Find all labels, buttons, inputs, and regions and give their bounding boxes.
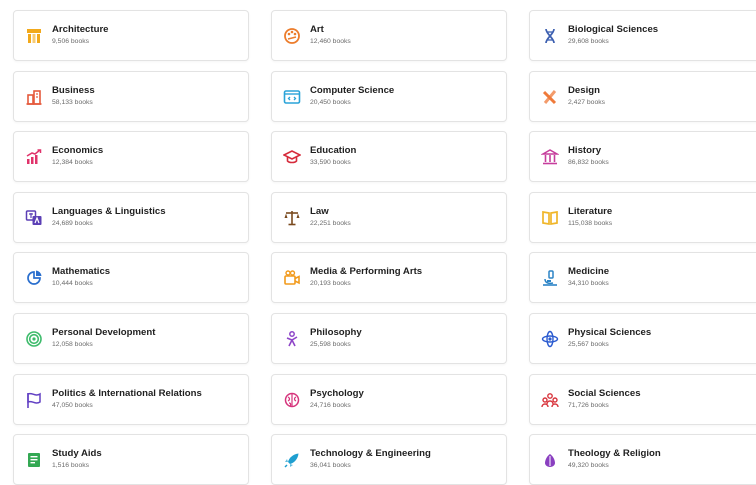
category-book-count: 71,726 books [568,402,609,409]
category-title: History [568,145,602,156]
category-title: Literature [568,206,613,217]
category-book-count: 22,251 books [310,220,351,227]
category-title: Education [310,145,357,156]
category-card[interactable]: Law 22,251 books [271,192,507,243]
category-title: Personal Development [52,327,156,338]
category-book-count: 49,320 books [568,462,609,469]
category-title: Mathematics [52,266,111,277]
category-card[interactable]: Study Aids 1,516 books [13,434,249,485]
category-book-count: 58,133 books [52,99,93,106]
category-title: Psychology [310,388,364,399]
code-window-icon [283,88,301,106]
microscope-icon [541,269,559,287]
category-title: Media & Performing Arts [310,266,423,277]
category-card[interactable]: Business 58,133 books [13,71,249,122]
category-title: Law [310,206,329,217]
category-title: Social Sciences [568,388,641,399]
thinker-icon [283,330,301,348]
design-tools-icon [541,88,559,106]
category-card[interactable]: History 86,832 books [529,131,756,182]
category-card[interactable]: Architecture 9,506 books [13,10,249,61]
category-card[interactable]: Philosophy 25,598 books [271,313,507,364]
category-card[interactable]: Politics & International Relations 47,050… [13,374,249,425]
category-book-count: 36,041 books [310,462,351,469]
category-title: Theology & Religion [568,448,661,459]
category-card[interactable]: Biological Sciences 29,608 books [529,10,756,61]
open-book-icon [541,209,559,227]
target-icon [25,330,43,348]
category-book-count: 1,516 books [52,462,90,469]
category-title: Architecture [52,24,109,35]
category-title: Biological Sciences [568,24,659,35]
rocket-icon [283,451,301,469]
flag-icon [25,391,43,409]
category-title: Business [52,85,95,96]
notebook-icon [25,451,43,469]
category-card[interactable]: Psychology 24,716 books [271,374,507,425]
category-book-count: 9,506 books [52,38,90,45]
category-book-count: 47,050 books [52,402,93,409]
category-card[interactable]: Media & Performing Arts 20,193 books [271,252,507,303]
category-title: Medicine [568,266,610,277]
graduation-cap-icon [283,148,301,166]
category-card[interactable]: Theology & Religion 49,320 books [529,434,756,485]
praying-hands-icon [541,451,559,469]
category-book-count: 34,310 books [568,280,609,287]
category-title: Politics & International Relations [52,388,202,399]
category-book-count: 12,058 books [52,341,93,348]
category-title: Computer Science [310,85,395,96]
translate-icon [25,209,43,227]
category-book-count: 20,193 books [310,280,351,287]
category-card[interactable]: Mathematics 10,444 books [13,252,249,303]
category-card[interactable]: Literature 115,038 books [529,192,756,243]
dna-icon [541,27,559,45]
pie-chart-icon [25,269,43,287]
category-book-count: 12,460 books [310,38,351,45]
category-card[interactable]: Computer Science 20,450 books [271,71,507,122]
scales-icon [283,209,301,227]
category-title: Art [310,24,324,35]
category-card[interactable]: Languages & Linguistics 24,689 books [13,192,249,243]
category-book-count: 24,689 books [52,220,93,227]
category-card[interactable]: Medicine 34,310 books [529,252,756,303]
category-title: Languages & Linguistics [52,206,166,217]
category-book-count: 20,450 books [310,99,351,106]
category-card[interactable]: Art 12,460 books [271,10,507,61]
category-card[interactable]: Design 2,427 books [529,71,756,122]
category-book-count: 2,427 books [568,99,606,106]
category-grid: Architecture 9,506 books Art 12,460 books Bi… [0,0,756,485]
category-book-count: 24,716 books [310,402,351,409]
palette-icon [283,27,301,45]
category-book-count: 115,038 books [568,220,613,227]
architecture-icon [25,27,43,45]
category-title: Technology & Engineering [310,448,431,459]
category-card[interactable]: Personal Development 12,058 books [13,313,249,364]
category-book-count: 29,608 books [568,38,609,45]
category-card[interactable]: Education 33,590 books [271,131,507,182]
film-camera-icon [283,269,301,287]
people-group-icon [541,391,559,409]
category-book-count: 10,444 books [52,280,93,287]
category-title: Study Aids [52,448,102,459]
category-book-count: 33,590 books [310,159,351,166]
buildings-icon [25,88,43,106]
museum-icon [541,148,559,166]
category-book-count: 25,598 books [310,341,351,348]
category-book-count: 86,832 books [568,159,609,166]
brain-icon [283,391,301,409]
category-card[interactable]: Social Sciences 71,726 books [529,374,756,425]
category-card[interactable]: Technology & Engineering 36,041 books [271,434,507,485]
category-book-count: 25,567 books [568,341,609,348]
atom-icon [541,330,559,348]
category-title: Physical Sciences [568,327,652,338]
growth-chart-icon [25,148,43,166]
category-card[interactable]: Physical Sciences 25,567 books [529,313,756,364]
category-title: Design [568,85,600,96]
category-title: Economics [52,145,104,156]
category-book-count: 12,384 books [52,159,93,166]
category-card[interactable]: Economics 12,384 books [13,131,249,182]
category-title: Philosophy [310,327,362,338]
